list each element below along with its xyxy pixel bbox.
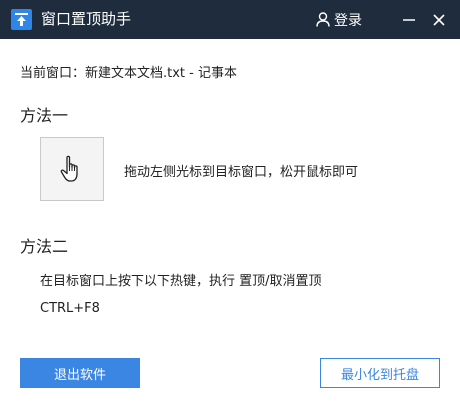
login-label: 登录 xyxy=(334,12,362,29)
current-window-label: 当前窗口：新建文本文档.txt - 记事本 xyxy=(20,66,237,81)
hand-pointer-icon xyxy=(60,155,78,182)
close-icon xyxy=(433,13,445,26)
hotkey-instruction: 在目标窗口上按下以下热键，执行 置顶/取消置顶 xyxy=(40,274,322,289)
minimize-button[interactable] xyxy=(397,0,421,39)
drag-cursor-handle[interactable] xyxy=(40,137,104,201)
login-button[interactable]: 登录 xyxy=(316,0,362,39)
title-bar[interactable]: 窗口置顶助手 登录 xyxy=(0,0,460,39)
exit-button[interactable]: 退出软件 xyxy=(20,358,140,388)
minimize-icon xyxy=(403,18,415,21)
user-icon xyxy=(316,12,330,27)
method2-title: 方法二 xyxy=(20,237,69,256)
hotkey-text: CTRL+F8 xyxy=(40,301,100,316)
minimize-to-tray-button[interactable]: 最小化到托盘 xyxy=(320,358,440,388)
app-title: 窗口置顶助手 xyxy=(41,10,132,28)
close-button[interactable] xyxy=(427,0,451,39)
method1-title: 方法一 xyxy=(20,106,69,125)
pin-to-top-icon xyxy=(11,9,32,30)
drag-instruction: 拖动左侧光标到目标窗口，松开鼠标即可 xyxy=(124,165,359,180)
app-window: 窗口置顶助手 登录 当前窗口：新建文本文档.txt - 记事本 方法一 拖动左侧… xyxy=(0,0,460,408)
